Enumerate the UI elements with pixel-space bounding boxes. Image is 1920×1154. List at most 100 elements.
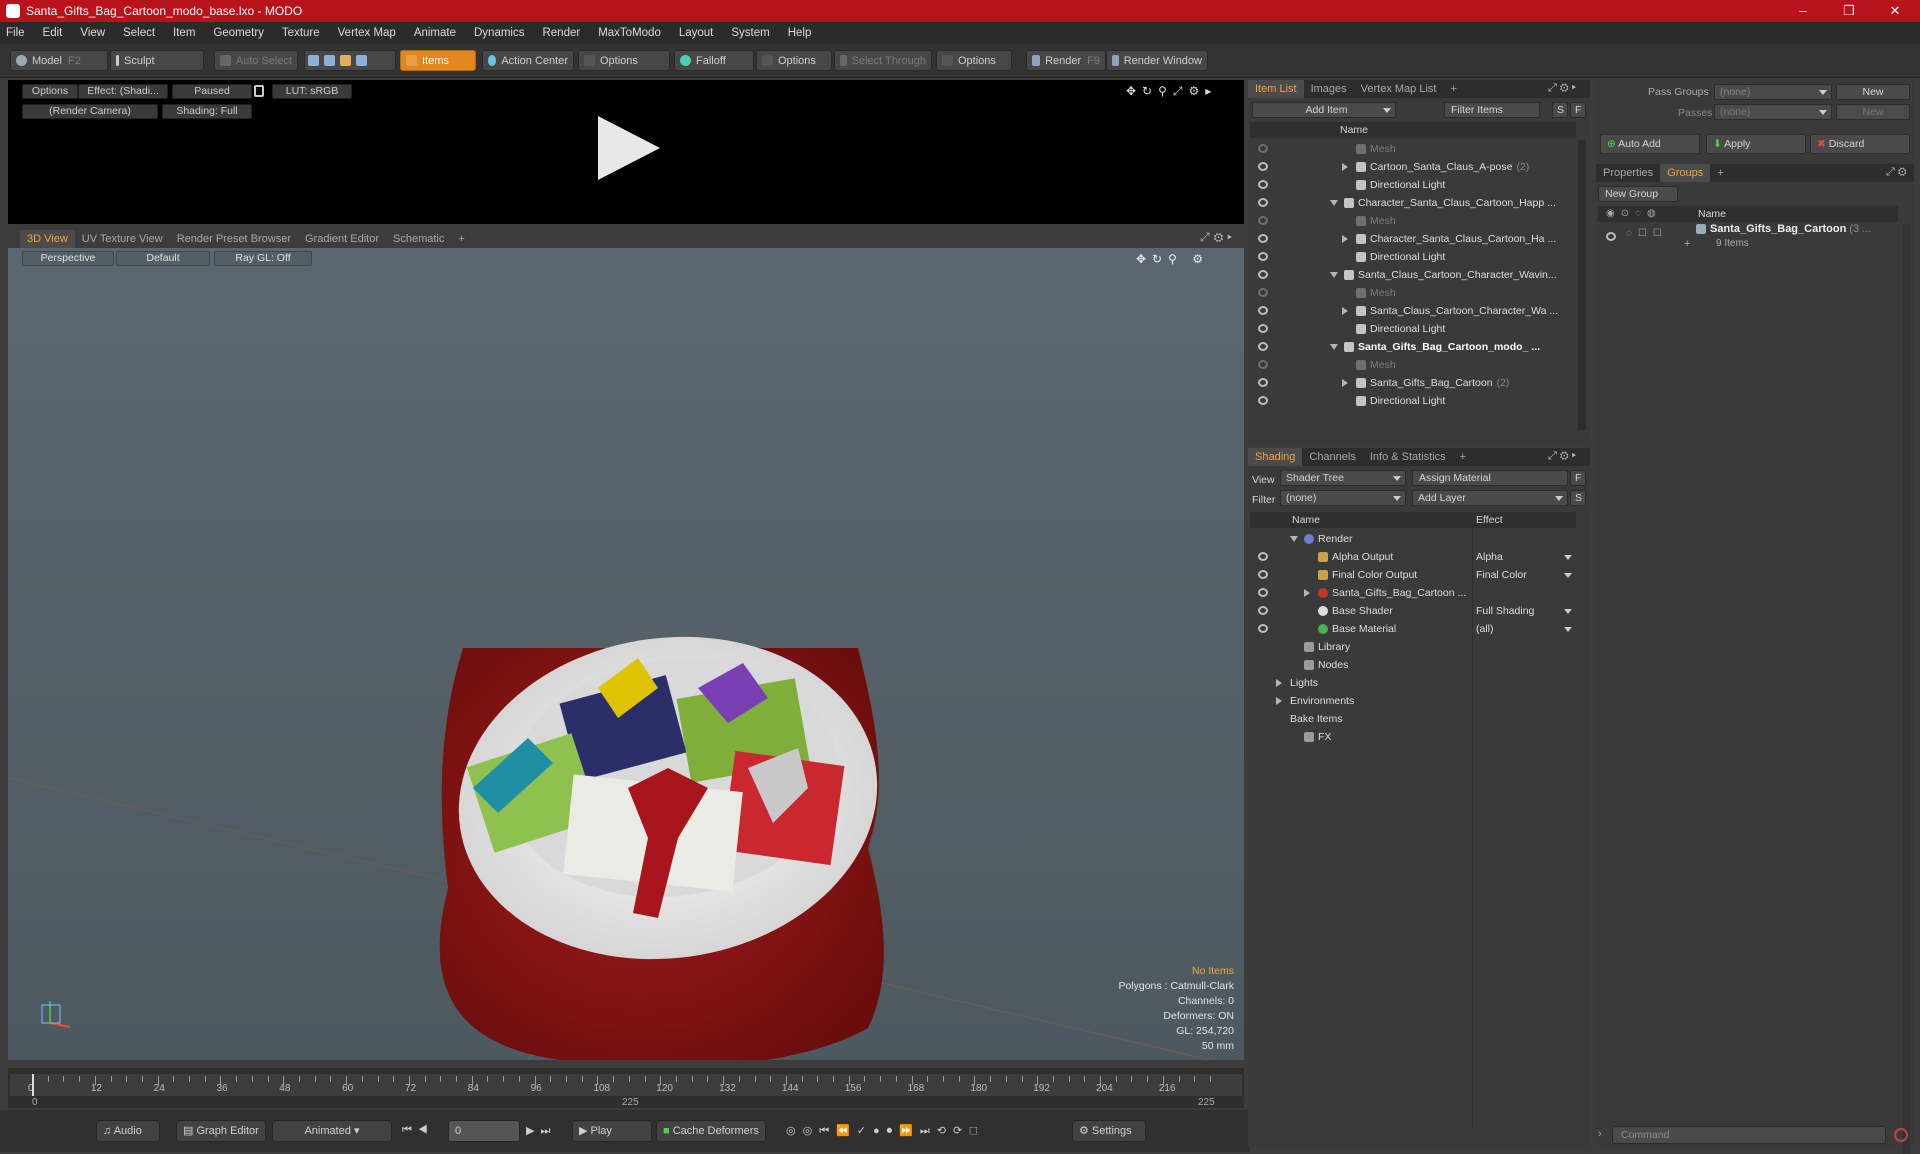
falloff-button[interactable]: Falloff bbox=[674, 50, 754, 71]
menu-select[interactable]: Select bbox=[123, 27, 155, 39]
select-through-button[interactable]: Select Through bbox=[834, 50, 932, 71]
collapse-arrow-icon[interactable] bbox=[1330, 272, 1338, 278]
items-mode-button[interactable]: Items bbox=[400, 50, 476, 71]
discard-button[interactable]: ✖ Discard bbox=[1810, 134, 1910, 154]
expand-arrow-icon[interactable] bbox=[1342, 163, 1348, 171]
filter-f-button[interactable]: F bbox=[1570, 102, 1586, 118]
tab-schematic[interactable]: Schematic bbox=[386, 230, 451, 248]
tab-uv-texture-view[interactable]: UV Texture View bbox=[75, 230, 170, 248]
groups-scrollbar[interactable] bbox=[1902, 224, 1910, 1154]
timeline-ruler[interactable]: 0 12 24 36 48 60 72 84 96 108 120 132 144 156 168 180 19… bbox=[10, 1074, 1242, 1096]
tab-item-list[interactable]: Item List bbox=[1248, 80, 1304, 98]
render-camera-dropdown[interactable]: (Render Camera) bbox=[22, 104, 158, 119]
shader-tree-row[interactable]: Environments bbox=[1250, 692, 1576, 710]
tab-info-statistics[interactable]: Info & Statistics bbox=[1363, 448, 1453, 466]
maximize-button[interactable]: ❐ bbox=[1826, 0, 1872, 22]
assign-material-button[interactable]: Assign Material bbox=[1412, 470, 1568, 486]
shader-tree-row[interactable]: Base Shader Full Shading bbox=[1250, 602, 1576, 620]
action-options-button[interactable]: Options bbox=[578, 50, 670, 71]
new-pass-button[interactable]: New bbox=[1836, 104, 1910, 120]
shader-tree-row[interactable]: Bake Items bbox=[1250, 710, 1576, 728]
item-list-row[interactable]: Directional Light bbox=[1250, 392, 1576, 410]
eye-icon[interactable] bbox=[1258, 180, 1268, 189]
audio-button[interactable]: ♫ Audio bbox=[96, 1120, 160, 1142]
eye-icon[interactable] bbox=[1606, 232, 1616, 241]
tab-3d-view[interactable]: 3D View bbox=[20, 230, 75, 248]
menu-help[interactable]: Help bbox=[788, 27, 812, 39]
shader-effect-value[interactable]: (all) bbox=[1476, 620, 1494, 638]
tab-gradient-editor[interactable]: Gradient Editor bbox=[298, 230, 386, 248]
item-list-row[interactable]: Directional Light bbox=[1250, 320, 1576, 338]
shader-filter-dropdown[interactable]: (none) bbox=[1280, 490, 1406, 506]
item-list-row[interactable]: Mesh bbox=[1250, 284, 1576, 302]
eye-icon[interactable] bbox=[1258, 144, 1268, 153]
menu-system[interactable]: System bbox=[731, 27, 769, 39]
3d-viewport[interactable]: Perspective Default Ray GL: Off ✥↻⚲ ⚙ No… bbox=[8, 248, 1244, 1060]
eye-icon[interactable] bbox=[1258, 198, 1268, 207]
animated-dropdown[interactable]: Animated ▾ bbox=[272, 1120, 392, 1142]
eye-icon[interactable] bbox=[1258, 570, 1268, 579]
shader-tree-row[interactable]: Base Material (all) bbox=[1250, 620, 1576, 638]
chevron-down-icon[interactable] bbox=[1564, 573, 1572, 578]
menu-file[interactable]: File bbox=[6, 27, 25, 39]
auto-add-button[interactable]: ⊕ Auto Add bbox=[1600, 134, 1700, 154]
collapse-arrow-icon[interactable] bbox=[1330, 344, 1338, 350]
tab-groups[interactable]: Groups bbox=[1660, 164, 1711, 182]
key-tools-icons[interactable]: ◎◎⏮⏪✓●⏺⏩⏭⟲⟳⬚ bbox=[786, 1124, 985, 1138]
shading-dropdown[interactable]: Shading: Full bbox=[162, 104, 252, 119]
polygons-icon[interactable] bbox=[340, 55, 351, 66]
expand-arrow-icon[interactable] bbox=[1304, 589, 1310, 597]
transport-next-icons[interactable]: ▶⏭ bbox=[526, 1124, 556, 1138]
chevron-down-icon[interactable] bbox=[1564, 627, 1572, 632]
falloff-options-button[interactable]: Options bbox=[756, 50, 832, 71]
apply-button[interactable]: ⬇ Apply bbox=[1706, 134, 1806, 154]
expand-arrow-icon[interactable] bbox=[1276, 697, 1282, 705]
menu-texture[interactable]: Texture bbox=[282, 27, 320, 39]
shader-tree-row[interactable]: Library bbox=[1250, 638, 1576, 656]
paused-button[interactable]: Paused bbox=[172, 84, 252, 99]
eye-icon[interactable] bbox=[1258, 306, 1268, 315]
cache-deformers-button[interactable]: ■ Cache Deformers bbox=[656, 1120, 766, 1142]
tab-images[interactable]: Images bbox=[1304, 80, 1354, 98]
transport-prev-icons[interactable]: ⏮◀ bbox=[402, 1124, 434, 1137]
timeline[interactable]: 0 12 24 36 48 60 72 84 96 108 120 132 144 156 168 180 19… bbox=[8, 1068, 1244, 1108]
item-list-row[interactable]: Mesh bbox=[1250, 212, 1576, 230]
collapse-arrow-icon[interactable] bbox=[1330, 200, 1338, 206]
eye-icon[interactable] bbox=[1258, 360, 1268, 369]
item-list-row[interactable]: Santa_Claus_Cartoon_Character_Wavin... bbox=[1250, 266, 1576, 284]
tab-add[interactable]: + bbox=[1453, 448, 1473, 466]
menu-item[interactable]: Item bbox=[173, 27, 195, 39]
group-row-toggles[interactable]: ◌☐☐ bbox=[1626, 228, 1668, 239]
eye-icon[interactable] bbox=[1258, 234, 1268, 243]
eye-icon[interactable] bbox=[1258, 324, 1268, 333]
item-list-row[interactable]: Directional Light bbox=[1250, 176, 1576, 194]
tab-properties[interactable]: Properties bbox=[1596, 164, 1660, 182]
add-item-dropdown[interactable]: Add Item bbox=[1252, 102, 1396, 118]
edges-icon[interactable] bbox=[324, 55, 335, 66]
lock-icon[interactable] bbox=[254, 85, 264, 97]
record-macro-icon[interactable] bbox=[1894, 1128, 1908, 1142]
item-list-panel-controls-icon[interactable]: ⤢⚙▸ bbox=[1548, 82, 1579, 95]
groups-panel-controls-icon[interactable]: ⤢⚙ bbox=[1886, 166, 1910, 179]
group-row[interactable]: ◌☐☐ Santa_Gifts_Bag_Cartoon (3 ... + 9 I… bbox=[1598, 223, 1898, 260]
preview-nav-icons[interactable]: ✥↻⚲⤢⚙▸ bbox=[1126, 84, 1217, 99]
tab-shading[interactable]: Shading bbox=[1248, 448, 1303, 466]
menu-view[interactable]: View bbox=[80, 27, 105, 39]
expand-plus-icon[interactable]: + bbox=[1684, 238, 1690, 250]
item-list-row[interactable]: Character_Santa_Claus_Cartoon_Happ ... bbox=[1250, 194, 1576, 212]
eye-icon[interactable] bbox=[1258, 270, 1268, 279]
eye-icon[interactable] bbox=[1258, 378, 1268, 387]
eye-icon[interactable] bbox=[1258, 288, 1268, 297]
expand-arrow-icon[interactable] bbox=[1342, 379, 1348, 387]
eye-icon[interactable] bbox=[1258, 342, 1268, 351]
menu-dynamics[interactable]: Dynamics bbox=[474, 27, 524, 39]
select-options-button[interactable]: Options bbox=[936, 50, 1012, 71]
materials-icon[interactable] bbox=[356, 55, 367, 66]
graph-editor-button[interactable]: ▤ Graph Editor bbox=[176, 1120, 266, 1142]
item-list-row[interactable]: Cartoon_Santa_Claus_A-pose (2) bbox=[1250, 158, 1576, 176]
collapse-arrow-icon[interactable] bbox=[1290, 536, 1298, 542]
frame-field[interactable]: 0 bbox=[448, 1120, 520, 1142]
model-mode-button[interactable]: Model F2 bbox=[10, 50, 108, 71]
filter-s-button[interactable]: S bbox=[1552, 102, 1568, 118]
shader-tree-row[interactable]: FX bbox=[1250, 728, 1576, 746]
